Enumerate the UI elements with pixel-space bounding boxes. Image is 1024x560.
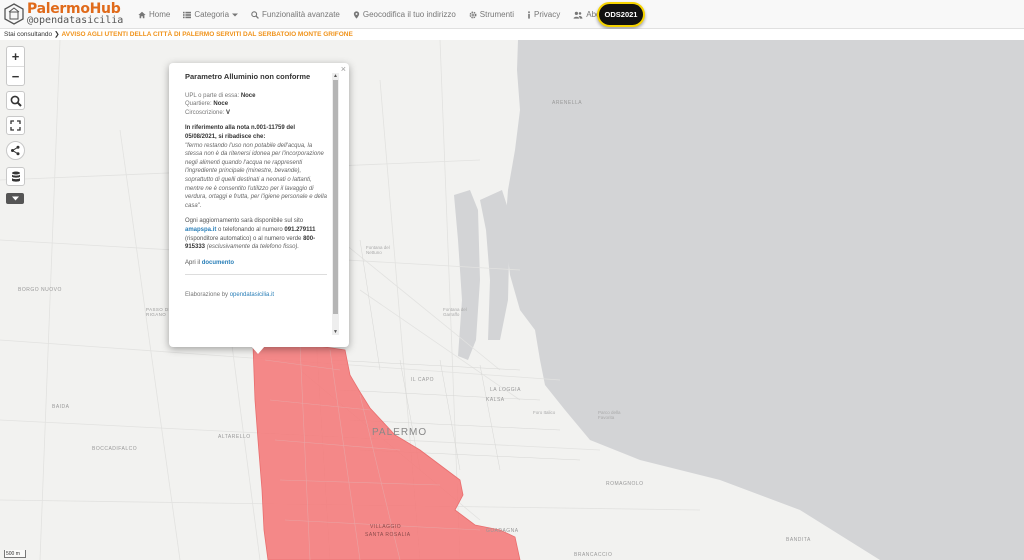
circoscrizione-value: V (226, 109, 231, 116)
caret-down-icon (11, 196, 19, 201)
info-icon (528, 10, 530, 19)
breadcrumb-current[interactable]: AVVISO AGLI UTENTI DELLA CITTÀ DI PALERM… (62, 31, 353, 38)
fullscreen-icon (10, 120, 21, 131)
nav-geocodifica[interactable]: Geocodifica il tuo indirizzo (353, 10, 456, 19)
amap-link[interactable]: amapspa.it (185, 227, 216, 233)
update-text-1: Ogni aggiornamento sarà disponibile sul … (185, 218, 304, 225)
nav-funzionalita[interactable]: Funzionalità avanzate (251, 10, 340, 19)
label-kalsa: KALSA (486, 397, 505, 403)
quartiere-label: Quartiere: (185, 101, 212, 108)
map-marker-icon (353, 10, 359, 19)
label-borgo-nuovo: BORGO NUOVO (18, 287, 62, 293)
notice-heading: In riferimento alla nota n.001-11759 del… (185, 125, 296, 140)
label-brancaccio: BRANCACCIO (574, 552, 613, 558)
chevron-right-icon: ❯ (54, 31, 60, 38)
nav-funzionalita-label: Funzionalità avanzate (262, 10, 340, 19)
nav-geocodifica-label: Geocodifica il tuo indirizzo (362, 10, 456, 19)
nav-strumenti-label: Strumenti (479, 10, 515, 19)
home-icon (138, 11, 146, 18)
share-icon (11, 145, 20, 156)
label-arenella: ARENELLA (552, 100, 583, 106)
popup-tip (251, 346, 265, 354)
label-poi-2: Fontana del Garraffo (443, 307, 467, 317)
info-popup: × Parametro Alluminio non conforme UPL o… (169, 63, 349, 347)
label-villaggio: VILLAGGIO (370, 524, 402, 530)
zoom-in-button[interactable]: + (7, 47, 24, 67)
label-poi-1: Fontana del Nettuno (366, 245, 390, 255)
list-icon (183, 11, 192, 18)
navbar: PalermoHub @opendatasicilia Home Categor… (0, 0, 1024, 29)
notice-quote: "fermo restando l'uso non potabile dell'… (185, 142, 327, 209)
database-icon (11, 171, 20, 182)
fullscreen-button[interactable] (6, 116, 25, 135)
open-label: Apri il (185, 259, 201, 266)
nav-privacy-label: Privacy (534, 10, 561, 19)
city-logo-icon (4, 3, 24, 25)
label-poi-3: Foro Italico (533, 410, 556, 415)
label-altarello: ALTARELLO (218, 434, 251, 440)
label-poi-4: Parco della Favorita (598, 410, 621, 420)
upl-label: UPL o parte di essa: (185, 92, 240, 99)
scroll-down-icon[interactable]: ▼ (332, 329, 339, 335)
share-button[interactable] (6, 141, 25, 160)
circoscrizione-label: Circoscrizione: (185, 109, 225, 116)
upl-value: Noce (240, 92, 256, 99)
update-text-2: o telefonando al numero (218, 226, 283, 233)
credit-link[interactable]: opendatasicilia.it (230, 292, 274, 298)
nav-strumenti[interactable]: Strumenti (469, 10, 514, 19)
users-icon (573, 11, 583, 19)
popup-title: Parametro Alluminio non conforme (185, 72, 311, 81)
search-icon (251, 10, 259, 19)
label-baida: BAIDA (52, 404, 70, 410)
zoom-out-button[interactable]: − (7, 67, 24, 86)
label-santa-rosalia: SANTA ROSALIA (365, 532, 411, 538)
zoom-control: + − (6, 46, 25, 86)
scrollbar-thumb[interactable] (333, 80, 338, 314)
document-link[interactable]: documento (202, 260, 234, 266)
popup-scrollbar[interactable]: ▲ ▼ (332, 73, 339, 335)
caret-down-icon (232, 13, 239, 16)
nav-categoria-label: Categoria (194, 10, 230, 19)
palermohub-logo[interactable]: PalermoHub @opendatasicilia (2, 1, 132, 28)
ods2021-button[interactable]: ODS2021 (597, 2, 645, 27)
quartiere-value: Noce (213, 101, 229, 108)
search-icon (10, 95, 22, 107)
update-text-4: (esclusivamente da telefono fisso). (206, 244, 300, 251)
scroll-up-icon[interactable]: ▲ (332, 73, 339, 79)
label-palermo: PALERMO (372, 427, 428, 438)
label-bandita: BANDITA (786, 537, 811, 543)
label-il-capo: IL CAPO (411, 377, 435, 383)
nav-home[interactable]: Home (138, 10, 170, 19)
update-text-3: (risponditore automatico) o al numero ve… (185, 235, 302, 242)
popup-close-button[interactable]: × (341, 64, 346, 74)
label-boccadifalco: BOCCADIFALCO (92, 446, 138, 452)
breadcrumb: Stai consultando ❯ AVVISO AGLI UTENTI DELL… (0, 29, 1024, 40)
nav-privacy[interactable]: Privacy (527, 10, 560, 19)
breadcrumb-label: Stai consultando (4, 31, 53, 38)
map-canvas[interactable]: ARENELLA BORGO NUOVO PASSO DI RIGANO PAL… (0, 40, 1024, 560)
label-romagnolo: ROMAGNOLO (606, 481, 644, 487)
popup-content: Parametro Alluminio non conforme UPL o p… (185, 69, 327, 339)
label-guadagna: GUADAGNA (486, 528, 519, 534)
layer-dropdown-toggle[interactable] (6, 193, 24, 204)
popup-divider (185, 274, 327, 276)
basemap (0, 40, 1024, 560)
credit-label: Elaborazione by (185, 292, 229, 299)
layers-button[interactable] (6, 167, 25, 186)
brand-subtitle: @opendatasicilia (27, 15, 124, 26)
nav-categoria[interactable]: Categoria (183, 10, 239, 19)
nav-home-label: Home (149, 10, 171, 19)
gear-icon (469, 11, 477, 18)
map-scale: 500 m (4, 550, 26, 558)
label-la-loggia: LA LOGGIA (490, 387, 521, 393)
nav-menu: Home Categoria Funzionalità avanzate Geo… (138, 0, 620, 29)
map-search-button[interactable] (6, 91, 25, 110)
phone-number: 091.279111 (284, 226, 316, 233)
